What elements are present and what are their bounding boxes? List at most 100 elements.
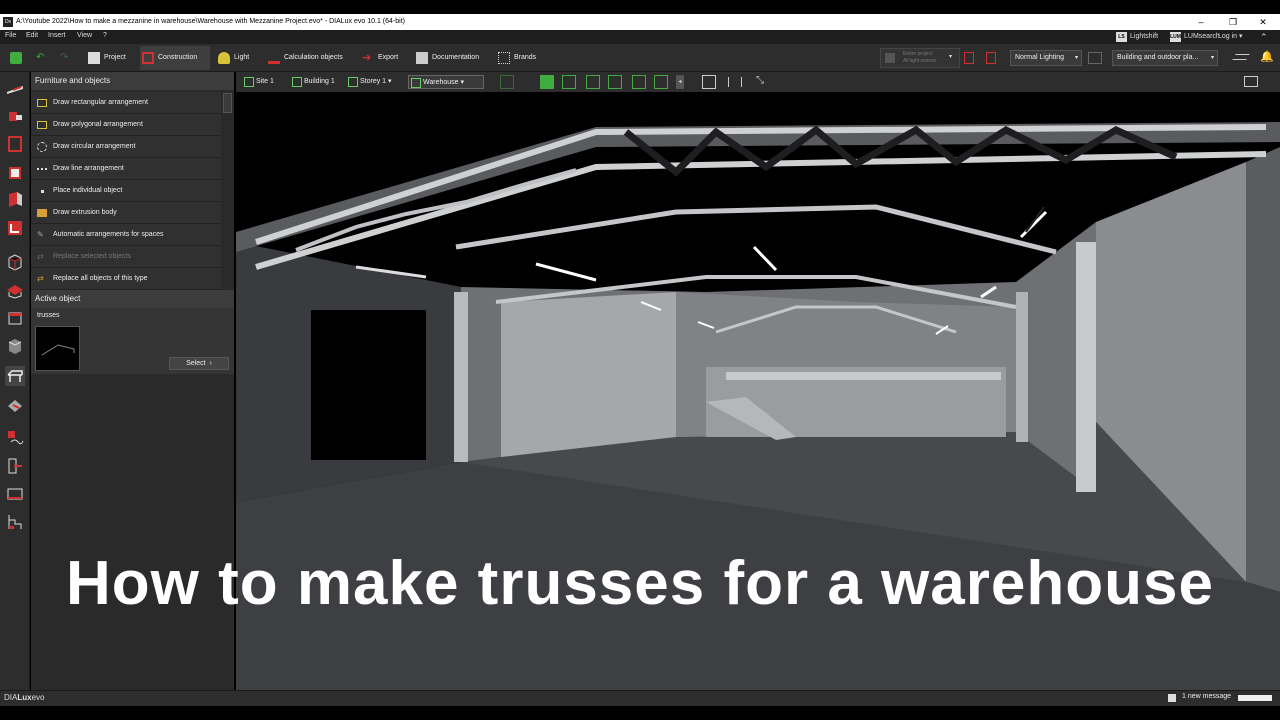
lighting-scene-select[interactable]: Normal Lighting ▾ — [1010, 50, 1082, 66]
room-icon — [411, 78, 421, 88]
circle-arrangement-icon — [37, 142, 47, 152]
draw-rectangular-arrangement[interactable]: Draw rectangular arrangement — [31, 92, 221, 114]
item-label: Draw line arrangement — [53, 165, 124, 172]
furniture-tool-icon[interactable] — [5, 366, 25, 386]
fullscreen-icon[interactable] — [1244, 76, 1258, 87]
light-scene-scope[interactable]: Entire project All light scenes ▾ — [880, 48, 960, 68]
tab-brands[interactable]: Brands — [496, 50, 542, 66]
door-tool-icon[interactable] — [5, 456, 25, 476]
minimize-button[interactable]: – — [1186, 14, 1216, 30]
view-side-icon[interactable] — [608, 75, 622, 89]
scope-line-1: Entire project — [903, 51, 933, 57]
truss-thumbnail — [35, 326, 80, 371]
tab-construction[interactable]: Construction — [140, 46, 210, 70]
save-icon[interactable] — [10, 52, 22, 64]
remove-icon[interactable] — [986, 52, 996, 64]
view-back-icon[interactable] — [632, 75, 646, 89]
dialux-logo: DIALuxevo — [4, 693, 45, 702]
tab-project[interactable]: Project — [86, 50, 136, 66]
new-message-text[interactable]: 1 new message — [1182, 693, 1231, 700]
site-label: Site 1 — [256, 78, 274, 85]
grid-icon[interactable] — [1088, 52, 1102, 64]
draw-circular-arrangement[interactable]: Draw circular arrangement — [31, 136, 221, 158]
tab-light[interactable]: Light — [216, 50, 260, 66]
chevron-up-icon[interactable]: ⌃ — [1260, 31, 1268, 43]
replace-selected-objects[interactable]: ⇄ Replace selected objects — [31, 246, 221, 268]
room-tool-icon[interactable] — [5, 162, 25, 182]
panel-scrollbar[interactable] — [223, 93, 232, 113]
wall-tool-icon[interactable] — [5, 190, 25, 210]
window-title: A:\Youtube 2022\How to make a mezzanine … — [16, 18, 405, 25]
point-icon — [41, 190, 44, 193]
view-floor-icon[interactable] — [562, 75, 576, 89]
building-tool-icon[interactable] — [5, 106, 25, 126]
slab-tool-icon[interactable] — [5, 308, 25, 328]
dimension-icon[interactable]: ⤡ — [756, 75, 764, 86]
restore-button[interactable]: ❐ — [1218, 14, 1248, 30]
view-3d-icon[interactable] — [540, 75, 554, 89]
bell-icon[interactable]: 🔔 — [1260, 50, 1274, 63]
tab-documentation[interactable]: Documentation — [414, 50, 490, 66]
delete-scene-icon[interactable] — [964, 52, 974, 64]
replace-icon: ⇄ — [37, 252, 44, 261]
close-button[interactable]: ✕ — [1248, 14, 1278, 30]
menu-help[interactable]: ? — [103, 32, 107, 39]
lightshift-button[interactable]: LS Lightshift — [1116, 31, 1158, 43]
site-tool-icon[interactable] — [5, 78, 25, 98]
menu-edit[interactable]: Edit — [26, 32, 38, 39]
breadcrumb-room[interactable]: Warehouse ▾ — [408, 75, 484, 89]
breadcrumb-building[interactable]: Building 1 — [290, 75, 335, 89]
login-button[interactable]: Log in ▾ — [1218, 31, 1243, 43]
automatic-arrangements[interactable]: ✎ Automatic arrangements for spaces — [31, 224, 221, 246]
undo-icon[interactable]: ↶ — [36, 53, 48, 63]
place-individual-object[interactable]: Place individual object — [31, 180, 221, 202]
panel-header: Furniture and objects — [31, 72, 234, 90]
breadcrumb-storey[interactable]: Storey 1 ▾ — [346, 75, 392, 89]
tab-calculation-objects[interactable]: Calculation objects — [266, 50, 354, 66]
view-other-icon[interactable] — [654, 75, 668, 89]
roof-tool-icon[interactable] — [5, 280, 25, 300]
plane-icon[interactable] — [1232, 54, 1250, 60]
chevron-left-icon[interactable]: ◂ — [676, 75, 684, 89]
snap-icon[interactable] — [500, 75, 514, 89]
building-label: Building 1 — [304, 78, 335, 85]
menu-file[interactable]: File — [5, 32, 16, 39]
storey-tool-icon[interactable] — [5, 134, 25, 154]
measure-icon[interactable] — [728, 77, 742, 87]
item-label: Automatic arrangements for spaces — [53, 231, 164, 238]
menu-insert[interactable]: Insert — [48, 32, 66, 39]
tab-export-label: Export — [378, 54, 399, 61]
draw-polygonal-arrangement[interactable]: Draw polygonal arrangement — [31, 114, 221, 136]
block-tool-icon[interactable] — [5, 336, 25, 356]
opening-tool-icon[interactable] — [5, 218, 25, 238]
view-front-icon[interactable] — [586, 75, 600, 89]
lumsearch-button[interactable]: LUM LUMsearch — [1170, 31, 1220, 43]
message-icon[interactable] — [1168, 694, 1176, 702]
window-tool-icon[interactable] — [5, 484, 25, 504]
construction-icon — [142, 52, 154, 64]
redo-icon[interactable]: ↷ — [60, 53, 72, 63]
document-icon — [88, 52, 100, 64]
export-icon: ➔ — [362, 52, 372, 64]
draw-extrusion-body[interactable]: Draw extrusion body — [31, 202, 221, 224]
rectangle-arrangement-icon — [37, 99, 47, 107]
replace-all-objects[interactable]: ⇄ Replace all objects of this type — [31, 268, 221, 290]
zoom-extents-icon[interactable] — [702, 75, 716, 89]
select-button[interactable]: Select › — [169, 357, 229, 370]
material-tool-icon[interactable] — [5, 396, 25, 416]
lumsearch-icon: LUM — [1170, 32, 1181, 42]
lighting-scene-value: Normal Lighting — [1015, 54, 1065, 61]
view-toolbar: Site 1 Building 1 Storey 1 ▾ Warehouse ▾… — [236, 72, 1280, 92]
draw-line-arrangement[interactable]: Draw line arrangement — [31, 158, 221, 180]
brands-icon — [498, 52, 510, 64]
chevron-down-icon: ▾ — [1074, 55, 1078, 61]
tab-export[interactable]: ➔ Export — [360, 50, 406, 66]
stairs-tool-icon[interactable] — [5, 512, 25, 532]
breadcrumb-site[interactable]: Site 1 — [242, 75, 274, 89]
cube-tool-icon[interactable] — [5, 252, 25, 272]
texture-tool-icon[interactable] — [5, 428, 25, 448]
tab-brands-label: Brands — [514, 54, 537, 61]
item-label: Draw rectangular arrangement — [53, 99, 148, 106]
mode-select[interactable]: Building and outdoor pla... ▾ — [1112, 50, 1218, 66]
menu-view[interactable]: View — [77, 32, 92, 39]
